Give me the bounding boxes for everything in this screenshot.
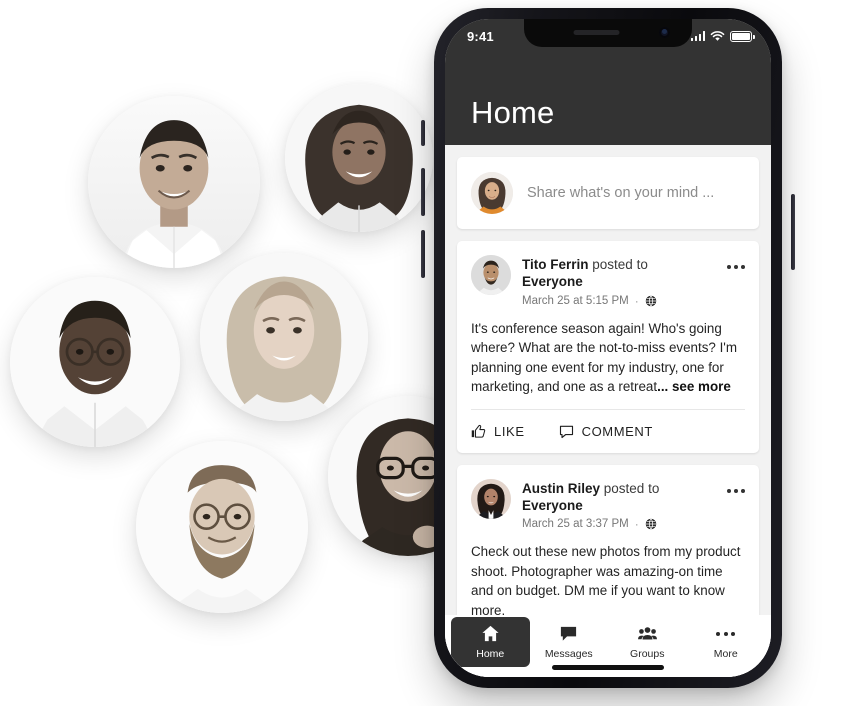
volume-down-button[interactable] [421,230,425,278]
device-notch [524,19,692,47]
home-icon [482,625,499,642]
comment-bubble-icon [559,425,573,438]
post-action-text: posted to [603,480,660,496]
volume-up-button[interactable] [421,168,425,216]
tab-home-label: Home [476,648,505,660]
portrait-2-image [285,84,433,232]
tab-groups[interactable]: Groups [608,617,687,667]
comment-label: COMMENT [581,423,653,439]
power-button[interactable] [791,194,795,270]
post-author-line: Tito Ferrin posted to Everyone [522,256,682,291]
composer-placeholder[interactable]: Share what's on your mind ... [527,185,714,201]
groups-icon [637,627,657,640]
phone-device: 9:41 Home Share what's on your mind ... … [421,8,795,688]
composer-avatar [471,172,513,214]
post-author-line: Austin Riley posted to Everyone [522,480,682,515]
post-author-name[interactable]: Tito Ferrin [522,257,589,272]
post-timestamp-row: March 25 at 5:15 PM · [522,294,747,308]
portrait-3-image [10,277,180,447]
more-dots-icon [716,624,736,643]
post-body-text: Check out these new photos from my produ… [471,544,741,618]
feed-scroll-area[interactable]: Share what's on your mind ... Tito Ferri… [445,145,771,677]
earpiece-speaker [573,30,620,35]
status-icon-group [690,27,755,42]
tab-messages[interactable]: Messages [530,617,609,667]
post-action-bar: LIKE COMMENT [471,408,745,453]
signal-bars-icon [690,31,705,41]
tab-messages-label: Messages [544,648,593,660]
tab-more-label: More [713,648,738,660]
post-meta: Austin Riley posted to Everyone March 25… [522,479,747,532]
post-meta: Tito Ferrin posted to Everyone March 25 … [522,255,747,308]
post-author-avatar[interactable] [471,478,511,519]
battery-full-icon [730,30,755,42]
post-card: Tito Ferrin posted to Everyone March 25 … [457,241,759,453]
silent-switch[interactable] [421,120,425,146]
page-root: 9:41 Home Share what's on your mind ... … [0,0,856,706]
globe-icon [645,518,656,530]
app-header: Home [445,49,771,145]
status-clock: 9:41 [467,28,494,44]
like-label: LIKE [494,423,525,439]
post-header: Austin Riley posted to Everyone March 25… [457,465,759,532]
like-button[interactable]: LIKE [471,424,525,439]
tab-home[interactable]: Home [451,617,530,667]
kebab-menu-icon[interactable] [727,265,745,269]
separator-dot: · [634,293,639,308]
home-indicator[interactable] [552,665,664,670]
thumbs-up-icon [471,424,486,438]
post-body: Check out these new photos from my produ… [457,531,759,620]
phone-bezel: 9:41 Home Share what's on your mind ... … [445,19,771,677]
see-more-link[interactable]: ... see more [657,379,731,394]
composer-card[interactable]: Share what's on your mind ... [457,157,759,229]
comment-button[interactable]: COMMENT [559,424,653,439]
post-audience[interactable]: Everyone [522,498,583,513]
globe-icon [645,294,656,307]
kebab-menu-icon[interactable] [727,488,745,493]
post-audience[interactable]: Everyone [522,274,583,289]
front-camera-icon [659,27,670,38]
post-timestamp: March 25 at 3:37 PM [522,518,629,531]
portrait-circle-3 [10,277,180,447]
portrait-circle-5 [136,441,308,613]
post-timestamp: March 25 at 5:15 PM [522,294,629,307]
message-icon [561,626,577,641]
page-title: Home [471,95,555,130]
post-author-avatar[interactable] [471,255,511,295]
post-author-name[interactable]: Austin Riley [522,481,600,496]
separator-dot: · [634,517,639,532]
portrait-circle-2 [285,84,433,232]
post-timestamp-row: March 25 at 3:37 PM · [522,517,747,531]
post-action-text: posted to [592,257,648,272]
tab-more[interactable]: More [687,617,766,667]
post-header: Tito Ferrin posted to Everyone March 25 … [457,241,759,308]
post-body: It's conference season again! Who's goin… [457,308,759,397]
portrait-1-image [88,96,260,268]
phone-screen: 9:41 Home Share what's on your mind ... … [445,19,771,677]
portrait-5-image [136,441,308,613]
wifi-icon [710,30,725,41]
tab-groups-label: Groups [630,648,665,660]
portrait-circle-1 [88,96,260,268]
